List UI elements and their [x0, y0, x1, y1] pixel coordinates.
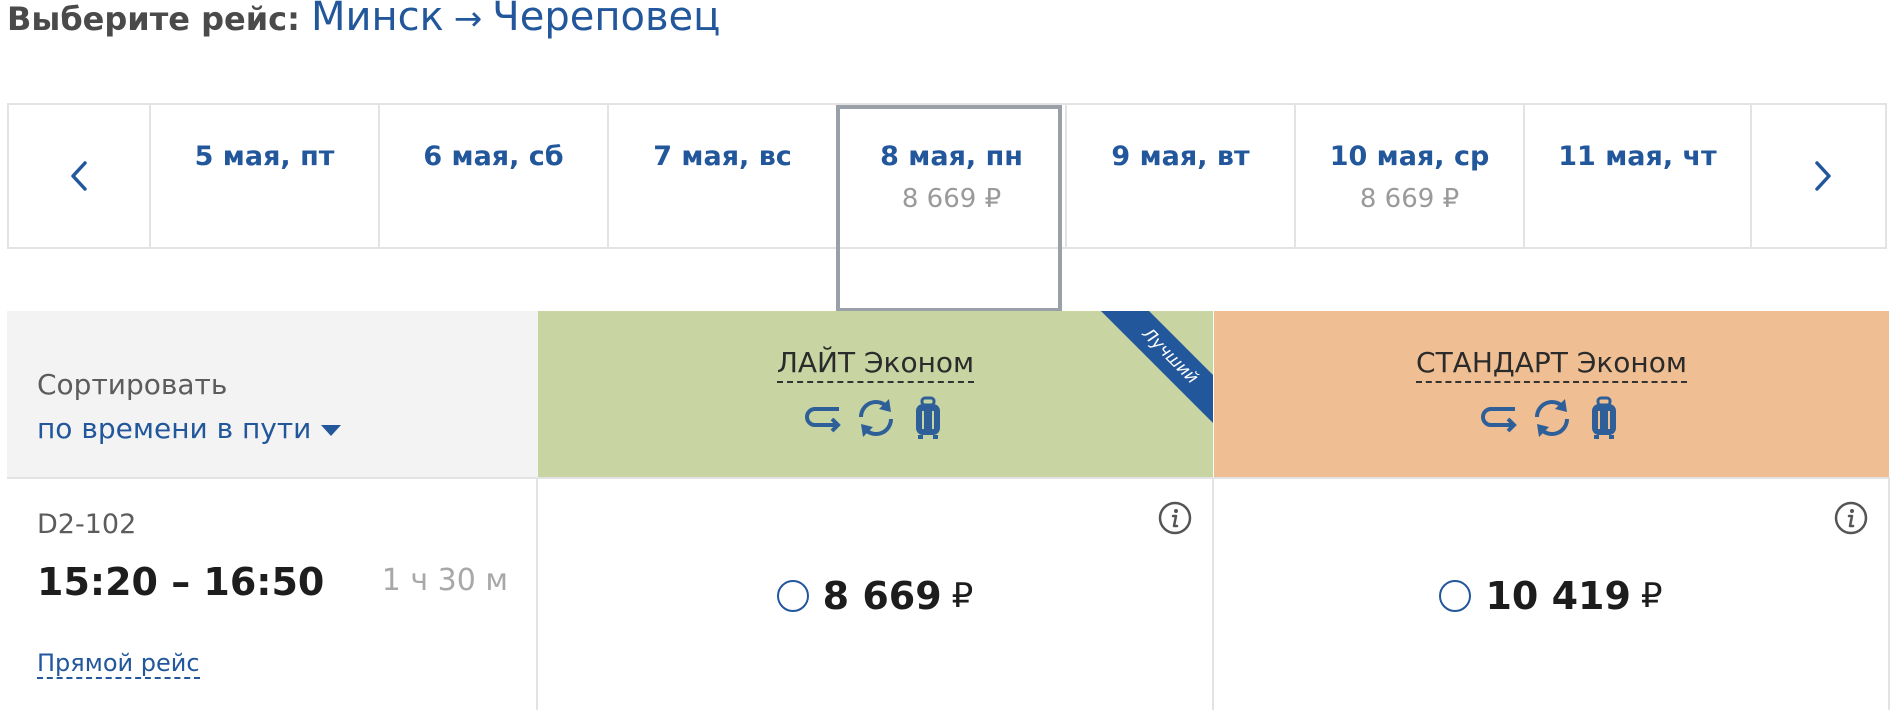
- date-cell-10-may[interactable]: 10 мая, ср 8 669 ₽: [1296, 105, 1525, 247]
- date-cell-9-may[interactable]: 9 мая, вт: [1067, 105, 1296, 247]
- fare-header-standard: СТАНДАРТ Эконом: [1214, 311, 1889, 477]
- flight-number: D2-102: [37, 509, 137, 540]
- sort-value-label: по времени в пути: [37, 412, 312, 445]
- fare-header-lite: ЛАЙТ Эконом Лучший: [538, 311, 1213, 477]
- fare-name-standard[interactable]: СТАНДАРТ Эконом: [1416, 346, 1687, 383]
- date-price: 8 669 ₽: [1359, 184, 1460, 214]
- date-cell-6-may[interactable]: 6 мая, сб: [380, 105, 609, 247]
- exchange-icon: [1529, 395, 1575, 441]
- currency-symbol: ₽: [1640, 576, 1663, 616]
- chevron-right-icon: [1815, 161, 1831, 191]
- price-cell-lite: 8 669 ₽: [538, 477, 1214, 710]
- price-option-standard[interactable]: 10 419 ₽: [1214, 574, 1888, 618]
- fare-features-lite: [538, 395, 1213, 441]
- sort-panel: Сортировать по времени в пути: [7, 311, 538, 477]
- page-title: Выберите рейс: Минск → Череповец: [7, 0, 720, 50]
- date-cell-11-may[interactable]: 11 мая, чт: [1525, 105, 1750, 247]
- destination-city: Череповец: [492, 0, 721, 40]
- date-label: 8 мая, пн: [880, 141, 1023, 172]
- radio-button[interactable]: [1439, 580, 1472, 612]
- origin-city: Минск: [310, 0, 444, 40]
- date-label: 9 мая, вт: [1111, 141, 1250, 172]
- next-dates-button[interactable]: [1750, 105, 1894, 247]
- price-cell-standard: 10 419 ₽: [1214, 477, 1890, 710]
- date-label: 6 мая, сб: [423, 141, 564, 172]
- date-cell-8-may[interactable]: 8 мая, пн 8 669 ₽: [838, 105, 1067, 247]
- chevron-left-icon: [71, 161, 87, 191]
- sort-dropdown[interactable]: по времени в пути: [37, 412, 342, 445]
- date-label: 5 мая, пт: [194, 141, 335, 172]
- flight-info: D2-102 15:20 – 16:50 1 ч 30 м Прямой рей…: [7, 477, 538, 710]
- return-arrow-icon: [1477, 395, 1523, 441]
- flight-type-link[interactable]: Прямой рейс: [37, 649, 200, 679]
- caret-down-icon: [321, 424, 342, 436]
- date-label: 7 мая, вс: [653, 141, 792, 172]
- date-strip: 5 мая, пт 6 мая, сб 7 мая, вс 8 мая, пн …: [7, 103, 1887, 249]
- route: Минск → Череповец: [311, 0, 720, 40]
- info-icon[interactable]: [1834, 501, 1868, 535]
- price-value: 8 669: [822, 574, 942, 618]
- price-value: 10 419: [1485, 574, 1631, 618]
- date-label: 11 мая, чт: [1558, 141, 1717, 172]
- date-cell-5-may[interactable]: 5 мая, пт: [151, 105, 380, 247]
- return-arrow-icon: [801, 395, 847, 441]
- info-icon[interactable]: [1158, 501, 1192, 535]
- fare-table: Сортировать по времени в пути ЛАЙТ Эконо…: [7, 311, 1890, 710]
- title-label: Выберите рейс:: [7, 0, 300, 38]
- prev-dates-button[interactable]: [9, 105, 151, 247]
- sort-title: Сортировать: [37, 368, 228, 401]
- fare-features-standard: [1214, 395, 1889, 441]
- exchange-icon: [853, 395, 899, 441]
- date-price: 8 669 ₽: [901, 184, 1002, 214]
- route-arrow-icon: →: [453, 0, 483, 39]
- radio-button[interactable]: [776, 580, 809, 612]
- baggage-icon: [1581, 395, 1627, 441]
- price-option-lite[interactable]: 8 669 ₽: [538, 574, 1212, 618]
- flight-time: 15:20 – 16:50: [37, 560, 325, 604]
- flight-duration: 1 ч 30 м: [381, 563, 508, 598]
- baggage-icon: [905, 395, 951, 441]
- fare-name-lite[interactable]: ЛАЙТ Эконом: [776, 346, 975, 383]
- currency-symbol: ₽: [951, 576, 974, 616]
- date-label: 10 мая, ср: [1329, 141, 1490, 172]
- date-cell-7-may[interactable]: 7 мая, вс: [609, 105, 838, 247]
